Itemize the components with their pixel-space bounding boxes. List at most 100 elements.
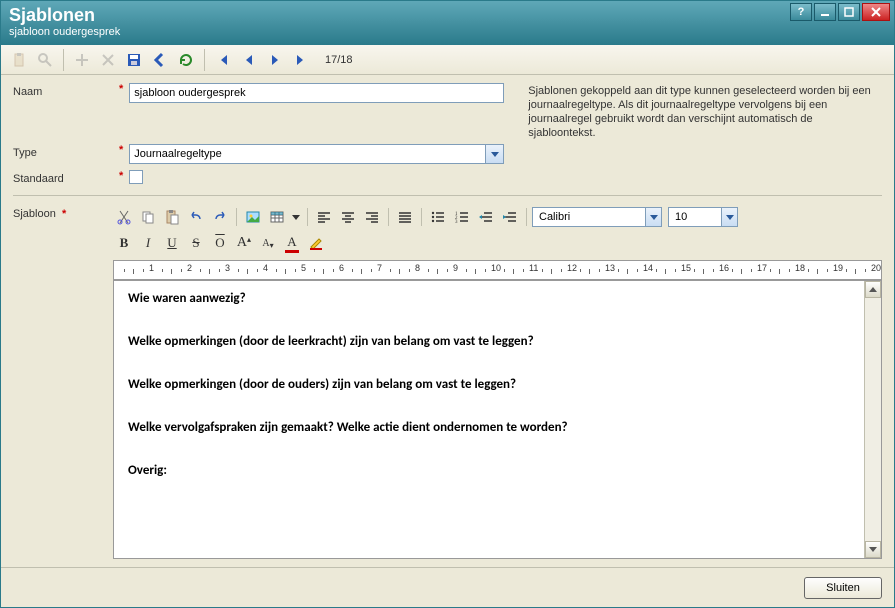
align-left-icon[interactable] [313,206,335,228]
number-list-icon[interactable]: 123 [451,206,473,228]
close-dialog-button[interactable]: Sluiten [804,577,882,599]
record-counter: 17/18 [315,54,363,66]
label-template: Sjabloon [13,208,56,220]
required-marker: * [119,83,123,95]
font-grow-icon[interactable]: A▴ [233,232,255,254]
font-shrink-icon[interactable]: A▾ [257,232,279,254]
ruler-tick: 10 [491,263,501,273]
window-subtitle: sjabloon oudergesprek [9,25,886,39]
type-select[interactable]: Journaalregeltype [129,144,486,164]
ruler-tick: 19 [833,263,843,273]
copy-icon[interactable] [137,206,159,228]
align-center-icon[interactable] [337,206,359,228]
close-button[interactable] [862,3,890,21]
ruler-tick: 15 [681,263,691,273]
bullet-list-icon[interactable] [427,206,449,228]
font-name-select[interactable]: Calibri [532,207,662,227]
help-button[interactable]: ? [790,3,812,21]
editor-paragraph: Welke opmerkingen (door de leerkracht) z… [128,334,850,349]
clipboard-icon [7,48,31,72]
refresh-icon[interactable] [174,48,198,72]
footer: Sluiten [1,567,894,607]
bold-icon[interactable]: B [113,232,135,254]
next-record-icon[interactable] [263,48,287,72]
overline-icon[interactable]: O [209,232,231,254]
required-marker: * [62,208,66,220]
ruler-tick: 4 [263,263,268,273]
ruler-tick: 7 [377,263,382,273]
paste-icon[interactable] [161,206,183,228]
prev-record-icon[interactable] [237,48,261,72]
divider [13,195,882,196]
underline-icon[interactable]: U [161,232,183,254]
search-icon [33,48,57,72]
maximize-button[interactable] [838,3,860,21]
ruler-tick: 20 [871,263,881,273]
align-justify-icon[interactable] [394,206,416,228]
ruler-tick: 1 [149,263,154,273]
font-color-icon[interactable]: A [281,232,303,254]
table-dropdown-icon[interactable] [290,206,302,228]
undo-icon[interactable] [185,206,207,228]
ruler-tick: 9 [453,263,458,273]
svg-text:3: 3 [455,220,458,225]
ruler-tick: 13 [605,263,615,273]
ruler[interactable]: 1234567891011121314151617181920 [113,260,882,280]
scroll-track[interactable] [865,298,881,541]
ruler-tick: 3 [225,263,230,273]
ruler-tick: 6 [339,263,344,273]
highlight-icon[interactable] [305,232,327,254]
insert-image-icon[interactable] [242,206,264,228]
required-marker: * [119,170,123,182]
rich-toolbar-2: B I U S O A▴ A▾ A [113,230,882,256]
titlebar: Sjablonen sjabloon oudergesprek ? [1,1,894,45]
scroll-up-icon[interactable] [865,281,881,298]
editor-paragraph: Wie waren aanwezig? [128,291,850,306]
editor-paragraph: Welke vervolgafspraken zijn gemaakt? Wel… [128,420,850,435]
ruler-tick: 18 [795,263,805,273]
strikethrough-icon[interactable]: S [185,232,207,254]
font-size-toggle[interactable] [721,208,737,226]
label-default: Standaard [13,170,113,185]
editor-canvas[interactable]: Wie waren aanwezig? Welke opmerkingen (d… [114,281,864,558]
indent-icon[interactable] [499,206,521,228]
font-size-select[interactable]: 10 [668,207,738,227]
form-area: Naam * Sjablonen gekoppeld aan dit type … [1,75,894,204]
ruler-tick: 8 [415,263,420,273]
default-checkbox[interactable] [129,170,143,184]
save-icon[interactable] [122,48,146,72]
name-input[interactable] [129,83,504,103]
label-name: Naam [13,83,113,98]
toolbar: 17/18 [1,45,894,75]
window-title: Sjablonen [9,5,886,25]
rich-toolbar-1: 123 Calibri 10 [113,204,882,230]
ruler-tick: 2 [187,263,192,273]
align-right-icon[interactable] [361,206,383,228]
cut-icon[interactable] [113,206,135,228]
scroll-down-icon[interactable] [865,541,881,558]
type-select-toggle[interactable] [486,144,504,164]
ruler-tick: 16 [719,263,729,273]
ruler-tick: 17 [757,263,767,273]
insert-table-icon[interactable] [266,206,288,228]
add-icon [70,48,94,72]
editor-paragraph: Overig: [128,463,850,478]
label-type: Type [13,144,113,159]
back-icon[interactable] [148,48,172,72]
window: Sjablonen sjabloon oudergesprek ? [0,0,895,608]
outdent-icon[interactable] [475,206,497,228]
font-name-value: Calibri [533,211,576,223]
ruler-tick: 14 [643,263,653,273]
editor-region: Sjabloon * [1,204,894,567]
first-record-icon[interactable] [211,48,235,72]
delete-icon [96,48,120,72]
font-size-value: 10 [669,211,693,223]
font-name-toggle[interactable] [645,208,661,226]
redo-icon[interactable] [209,206,231,228]
ruler-tick: 12 [567,263,577,273]
last-record-icon[interactable] [289,48,313,72]
scrollbar[interactable] [864,281,881,558]
minimize-button[interactable] [814,3,836,21]
italic-icon[interactable]: I [137,232,159,254]
required-marker: * [119,144,123,156]
